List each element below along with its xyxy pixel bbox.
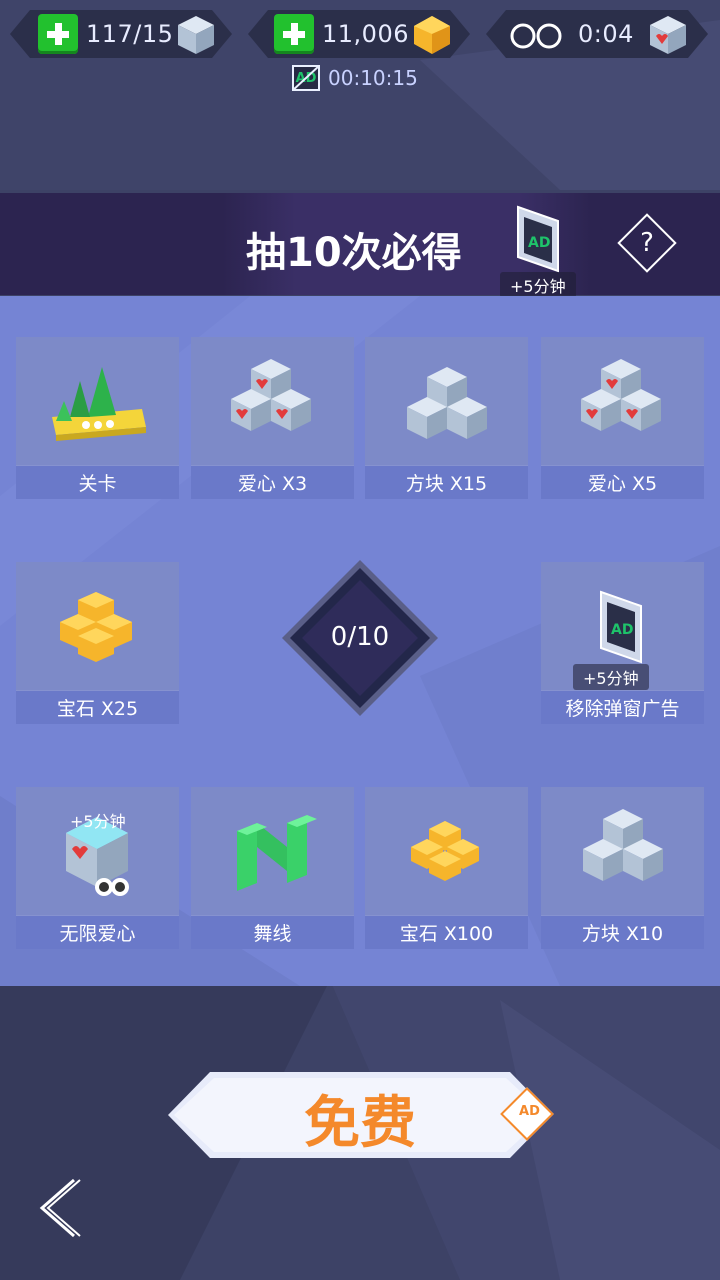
ad-strike-icon	[292, 65, 320, 91]
level-island-icon	[52, 367, 146, 441]
prize-tile-level: 关卡	[16, 337, 179, 499]
prize-tile-cubes-15: 方块 X15	[365, 337, 528, 499]
gems-icon	[411, 821, 479, 881]
cubes-count: 117/15	[86, 20, 174, 48]
ad-free-timer: 00:10:15	[328, 66, 418, 90]
svg-text:AD: AD	[528, 235, 550, 251]
prize-tile-hearts-3: 爱心 X3	[191, 337, 354, 499]
question-icon: ?	[640, 228, 654, 258]
gems-icon	[60, 592, 132, 662]
tile-label: 移除弹窗广告	[541, 691, 704, 724]
cubes-icon	[583, 809, 663, 881]
tile-art	[365, 337, 528, 465]
no-ads-frame-icon: AD	[517, 205, 559, 273]
tile-label: 方块 X10	[541, 916, 704, 949]
tile-label: 宝石 X100	[365, 916, 528, 949]
dancing-line-icon	[237, 815, 317, 891]
prize-tile-hearts-5: 爱心 X5	[541, 337, 704, 499]
tile-bonus-label: +5分钟	[70, 812, 126, 831]
tile-art	[191, 337, 354, 465]
add-cubes-button[interactable]	[38, 14, 78, 54]
tile-label: 方块 X15	[365, 466, 528, 499]
cube-icon	[178, 16, 214, 54]
prize-tile-gems-100: 宝石 X100	[365, 787, 528, 949]
prize-tile-remove-ads: AD +5分钟 移除弹窗广告	[541, 562, 704, 724]
banner-title: 抽10次必得	[246, 230, 462, 276]
free-draw-label: 免费	[304, 1091, 416, 1156]
tile-art	[16, 562, 179, 690]
back-arrow-icon[interactable]	[36, 1176, 82, 1240]
tile-art	[365, 787, 528, 915]
tile-art	[541, 337, 704, 465]
heart-cubes-icon	[231, 359, 311, 431]
tile-label: 爱心 X3	[191, 466, 354, 499]
tile-label: 爱心 X5	[541, 466, 704, 499]
tile-label: 无限爱心	[16, 916, 179, 949]
cubes-icon	[407, 367, 487, 439]
infinite-hearts-timer: 0:04	[578, 20, 634, 48]
prize-tile-cubes-10: 方块 X10	[541, 787, 704, 949]
banner-bonus-label: +5分钟	[500, 272, 576, 298]
tile-bonus-label: +5分钟	[573, 664, 649, 690]
tile-art	[191, 787, 354, 915]
add-gems-button[interactable]	[274, 14, 314, 54]
svg-text:AD: AD	[611, 622, 633, 638]
heart-cube-icon	[650, 16, 686, 54]
tile-label: 关卡	[16, 466, 179, 499]
infinity-icon	[510, 23, 562, 49]
gem-icon	[414, 16, 450, 54]
tile-label: 宝石 X25	[16, 691, 179, 724]
heart-cubes-icon	[581, 359, 661, 431]
prize-tile-dancing-line: 舞线	[191, 787, 354, 949]
prize-tile-gems-25: 宝石 X25	[16, 562, 179, 724]
gems-count: 11,006	[322, 20, 409, 48]
prize-tile-infinite-hearts: +5分钟 无限爱心	[16, 787, 179, 949]
draw-counter: 0/10	[330, 622, 390, 652]
tile-art	[541, 787, 704, 915]
tile-art	[16, 337, 179, 465]
tile-label: 舞线	[191, 916, 354, 949]
